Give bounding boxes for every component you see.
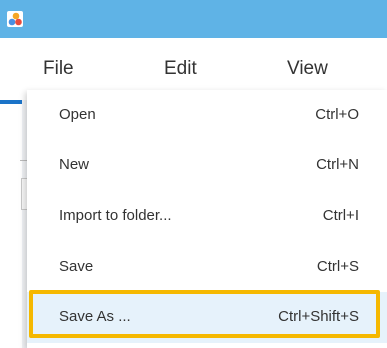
menu-item-import-to-folder[interactable]: Import to folder... Ctrl+I — [27, 191, 387, 242]
menu-item-shortcut: Ctrl+Shift+S — [278, 308, 359, 325]
menu-item-label: Import to folder... — [59, 207, 172, 224]
menu-item-new[interactable]: New Ctrl+N — [27, 140, 387, 191]
background-panel — [0, 100, 22, 348]
menu-edit[interactable]: Edit — [164, 58, 197, 80]
menu-view[interactable]: View — [287, 58, 328, 80]
menu-item-shortcut: Ctrl+S — [316, 258, 359, 275]
menu-item-save-as[interactable]: Save As ... Ctrl+Shift+S — [27, 292, 387, 343]
menu-item-shortcut: Ctrl+I — [322, 207, 359, 224]
menu-file[interactable]: File — [43, 58, 74, 80]
app-logo-icon[interactable] — [7, 11, 23, 27]
file-menu-dropdown: Open Ctrl+O New Ctrl+N Import to folder.… — [27, 90, 387, 348]
menu-item-shortcut: Ctrl+O — [315, 106, 359, 123]
menu-item-save[interactable]: Save Ctrl+S — [27, 242, 387, 293]
active-tab-indicator — [0, 100, 22, 104]
menu-item-label: Save As ... — [59, 308, 131, 325]
menu-item-label: Open — [59, 106, 96, 123]
window-titlebar — [0, 0, 387, 38]
menu-item-label: New — [59, 156, 90, 173]
menu-item-open[interactable]: Open Ctrl+O — [27, 90, 387, 141]
menu-item-shortcut: Ctrl+N — [316, 156, 359, 173]
menu-item-label: Save — [59, 258, 94, 275]
